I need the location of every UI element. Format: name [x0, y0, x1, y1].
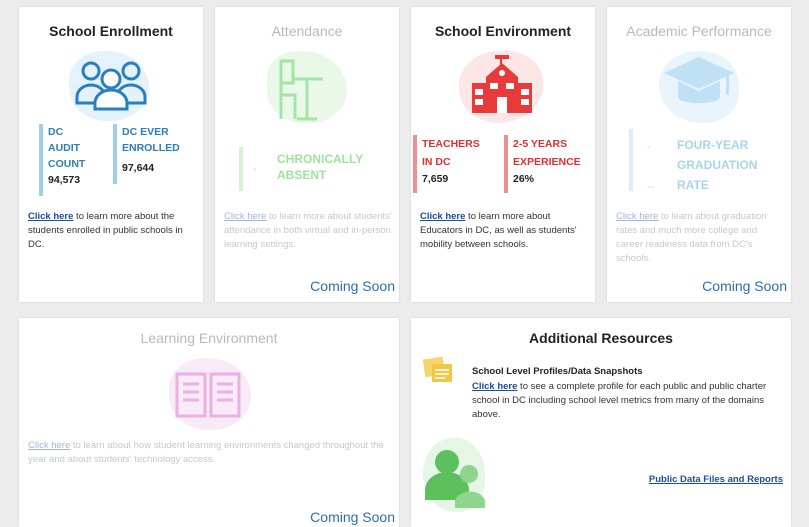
learning-title: Learning Environment — [140, 330, 278, 346]
graduation-rate-stat: - -- FOUR-YEAR GRADUATION RATE — [629, 129, 757, 193]
learning-description: Click here to learn about how student le… — [28, 440, 384, 465]
learning-card: Learning Environment Click here to learn… — [19, 318, 399, 527]
chronically-absent-stat: - CHRONICALLY ABSENT — [239, 147, 363, 191]
academic-description: Click here to learn about graduation rat… — [616, 211, 767, 264]
open-book-icon — [175, 372, 241, 418]
resources-title: Additional Resources — [529, 330, 673, 346]
attendance-coming-soon: Coming Soon — [310, 278, 395, 294]
learning-click-here-link[interactable]: Click here — [28, 440, 70, 451]
users-icon — [425, 450, 485, 508]
enrollment-click-here-link[interactable]: Click here — [28, 211, 73, 222]
profiles-description: Click here to see a complete profile for… — [472, 381, 767, 420]
academic-card: Academic Performance - -- FOUR-YEAR GRAD… — [607, 7, 791, 302]
student-desk-icon — [279, 59, 323, 121]
academic-coming-soon: Coming Soon — [702, 278, 787, 294]
teachers-stat: TEACHERS IN DC 7,659 — [413, 135, 480, 193]
ever-enrolled-value: 97,644 — [122, 162, 155, 174]
enrollment-title: School Enrollment — [49, 23, 173, 39]
academic-click-here-link[interactable]: Click here — [616, 211, 658, 222]
people-group-icon — [75, 61, 147, 111]
teachers-label: TEACHERS IN DC — [422, 138, 480, 168]
environment-description: Click here to learn more about Educators… — [420, 211, 577, 250]
profiles-click-here-link[interactable]: Click here — [472, 381, 517, 392]
attendance-title: Attendance — [271, 23, 343, 39]
experience-value: 26% — [513, 173, 535, 185]
attendance-card: Attendance - CHRONICALLY ABSENT Click he… — [215, 7, 399, 302]
environment-card: School Environment TEACHERS IN DC 7,659 … — [411, 7, 595, 302]
experience-stat: 2-5 YEARS EXPERIENCE 26% — [504, 135, 581, 193]
graduation-rate-value: - — [647, 141, 651, 153]
attendance-click-here-link[interactable]: Click here — [224, 211, 266, 222]
enrollment-card: School Enrollment DC AUDIT COUNT 94,573 … — [19, 7, 203, 302]
chronically-absent-value: - — [253, 163, 257, 175]
ever-enrolled-stat: DC EVER ENROLLED 97,644 — [113, 124, 180, 184]
attendance-description: Click here to learn more about students'… — [224, 211, 392, 250]
graduation-cap-icon — [664, 57, 734, 103]
profiles-title: School Level Profiles/Data Snapshots — [472, 366, 643, 377]
experience-label: 2-5 YEARS EXPERIENCE — [513, 138, 581, 168]
environment-click-here-link[interactable]: Click here — [420, 211, 465, 222]
environment-title: School Environment — [434, 23, 572, 39]
chronically-absent-label: CHRONICALLY ABSENT — [277, 152, 364, 182]
graduation-rate-label: FOUR-YEAR GRADUATION RATE — [677, 138, 758, 192]
learning-coming-soon: Coming Soon — [310, 509, 395, 525]
enrollment-description: Click here to learn more about the stude… — [28, 211, 183, 250]
academic-title: Academic Performance — [626, 23, 772, 39]
public-data-files-link[interactable]: Public Data Files and Reports — [649, 474, 783, 485]
graduation-rate-secondary: -- — [647, 181, 654, 193]
sticky-notes-icon — [422, 356, 452, 382]
resources-card: Additional Resources School Level Profil… — [411, 318, 791, 527]
school-building-icon — [472, 55, 532, 113]
audit-count-stat: DC AUDIT COUNT 94,573 — [39, 124, 85, 196]
audit-count-value: 94,573 — [48, 174, 81, 186]
teachers-value: 7,659 — [422, 173, 449, 185]
ever-enrolled-label: DC EVER ENROLLED — [122, 126, 180, 154]
audit-count-label: DC AUDIT COUNT — [48, 126, 86, 170]
